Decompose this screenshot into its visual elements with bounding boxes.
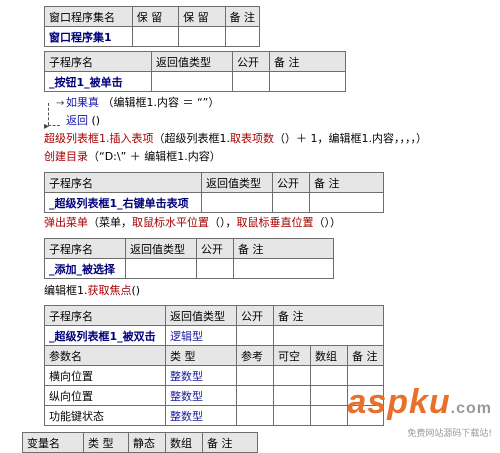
param-nullable-cell[interactable] [273,385,311,406]
subroutine-table-button-click: 子程序名 返回值类型 公开 备 注 _按钮1_被单击 [44,51,346,92]
code-line-return[interactable]: 返回 () [66,112,100,129]
aspku-watermark: aspku.com 免费网站源码下载站! [347,383,492,439]
col-array: 数组 [310,345,348,366]
col-public: 公开 [196,238,234,259]
col-reference: 参考 [236,345,274,366]
col-return-type: 返回值类型 [201,172,273,193]
insert-args-a: （超级列表框1. [153,132,231,145]
col-param-name: 参数名 [44,345,166,366]
public-cell[interactable] [272,192,310,213]
mkdir-args: （“D:\” ＋ 编辑框1.内容） [88,150,221,163]
focus-args: () [131,284,141,297]
focus-object: 编辑框1. [44,284,88,297]
popup-args-b: （）， [209,216,237,229]
if-keyword: 如果真 [66,96,99,109]
param-reference-cell[interactable] [236,405,274,426]
col-subroutine-name: 子程序名 [44,51,152,72]
flow-arrow-icon: → [56,98,65,109]
return-type-cell[interactable] [151,71,233,92]
param-reference-cell[interactable] [236,365,274,386]
col-note: 备 注 [309,172,384,193]
return-args: () [91,114,101,127]
param-array-cell[interactable] [310,405,348,426]
param-reference-cell[interactable] [236,385,274,406]
col-param-type: 类 型 [165,345,237,366]
param-array-cell[interactable] [310,385,348,406]
subroutine-name-cell[interactable]: _添加_被选择 [44,258,126,279]
subroutine-table-right-click: 子程序名 返回值类型 公开 备 注 _超级列表框1_右键单击表项 [44,172,384,213]
assembly-table: 窗口程序集名 保 留 保 留 备 注 窗口程序集1 [44,6,260,47]
col-nullable: 可空 [273,345,311,366]
subroutine-table-add-selected: 子程序名 返回值类型 公开 备 注 _添加_被选择 [44,238,334,279]
note-cell[interactable] [273,325,384,346]
code-line-mkdir[interactable]: 创建目录（“D:\” ＋ 编辑框1.内容） [44,148,221,165]
reserved-cell-1[interactable] [131,26,180,47]
param-name-cell[interactable]: 功能键状态 [44,405,166,426]
logo-text: aspku [347,383,451,421]
mkdir-function: 创建目录 [44,150,88,163]
col-return-type: 返回值类型 [125,238,197,259]
col-note: 备 注 [233,238,334,259]
col-param-note: 备 注 [347,345,384,366]
code-line-popup-menu[interactable]: 弹出菜单（菜单，取鼠标水平位置（），取鼠标垂直位置（）） [44,214,341,231]
note-cell[interactable] [309,192,384,213]
return-type-cell[interactable] [125,258,197,279]
insert-args-b: （）＋ 1，编辑框1.内容，，，，） [274,132,427,145]
note-cell[interactable] [269,71,346,92]
param-type-cell[interactable]: 整数型 [165,385,237,406]
code-line-if[interactable]: 如果真 （编辑框1.内容 ＝ “”） [66,94,219,111]
col-reserved-1: 保 留 [131,6,180,27]
mouse-y-function: 取鼠标垂直位置 [236,216,314,229]
col-note: 备 注 [224,6,260,27]
public-cell[interactable] [232,71,270,92]
public-cell[interactable] [196,258,234,279]
insert-item-function: 超级列表框1.插入表项 [44,132,154,145]
subroutine-name-cell[interactable]: _按钮1_被单击 [44,71,152,92]
param-type-cell[interactable]: 整数型 [165,365,237,386]
note-cell[interactable] [233,258,334,279]
reserved-cell-2[interactable] [178,26,226,47]
public-cell[interactable] [236,325,274,346]
param-array-cell[interactable] [310,365,348,386]
return-type-cell[interactable]: 逻辑型 [165,325,237,346]
col-return-type: 返回值类型 [151,51,233,72]
item-count-function: 取表项数 [230,132,274,145]
code-line-get-focus[interactable]: 编辑框1.获取焦点() [44,282,140,299]
subroutine-name-cell[interactable]: _超级列表框1_右键单击表项 [44,192,202,213]
col-assembly-name: 窗口程序集名 [44,6,133,27]
subroutine-table-double-click: 子程序名 返回值类型 公开 备 注 _超级列表框1_被双击 逻辑型 参数名 类 … [44,305,384,426]
return-keyword: 返回 [66,114,88,127]
if-args: （编辑框1.内容 ＝ “”） [102,96,220,109]
subroutine-name-cell[interactable]: _超级列表框1_被双击 [44,325,166,346]
param-nullable-cell[interactable] [273,405,311,426]
col-subroutine-name: 子程序名 [44,172,202,193]
aspku-logo: aspku.com [347,383,492,425]
col-note: 备 注 [273,305,384,326]
col-public: 公开 [232,51,270,72]
col-public: 公开 [272,172,310,193]
assembly-name-cell[interactable]: 窗口程序集1 [44,26,133,47]
logo-dotcom: .com [450,400,492,417]
col-public: 公开 [236,305,274,326]
col-note: 备 注 [269,51,346,72]
return-type-cell[interactable] [201,192,273,213]
param-nullable-cell[interactable] [273,365,311,386]
param-type-cell[interactable]: 整数型 [165,405,237,426]
note-cell[interactable] [224,26,260,47]
popup-args-a: （菜单， [88,216,132,229]
flow-line-bottom [48,125,60,126]
code-line-insert-item[interactable]: 超级列表框1.插入表项（超级列表框1.取表项数（）＋ 1，编辑框1.内容，，，，… [44,130,427,147]
popup-menu-function: 弹出菜单 [44,216,88,229]
col-subroutine-name: 子程序名 [44,238,126,259]
param-name-cell[interactable]: 横向位置 [44,365,166,386]
get-focus-function: 获取焦点 [87,284,132,297]
col-subroutine-name: 子程序名 [44,305,166,326]
popup-args-c: （）） [313,216,342,229]
mouse-x-function: 取鼠标水平位置 [132,216,209,229]
col-return-type: 返回值类型 [165,305,237,326]
watermark-subtitle: 免费网站源码下载站! [407,429,492,439]
col-reserved-2: 保 留 [178,6,226,27]
param-name-cell[interactable]: 纵向位置 [44,385,166,406]
